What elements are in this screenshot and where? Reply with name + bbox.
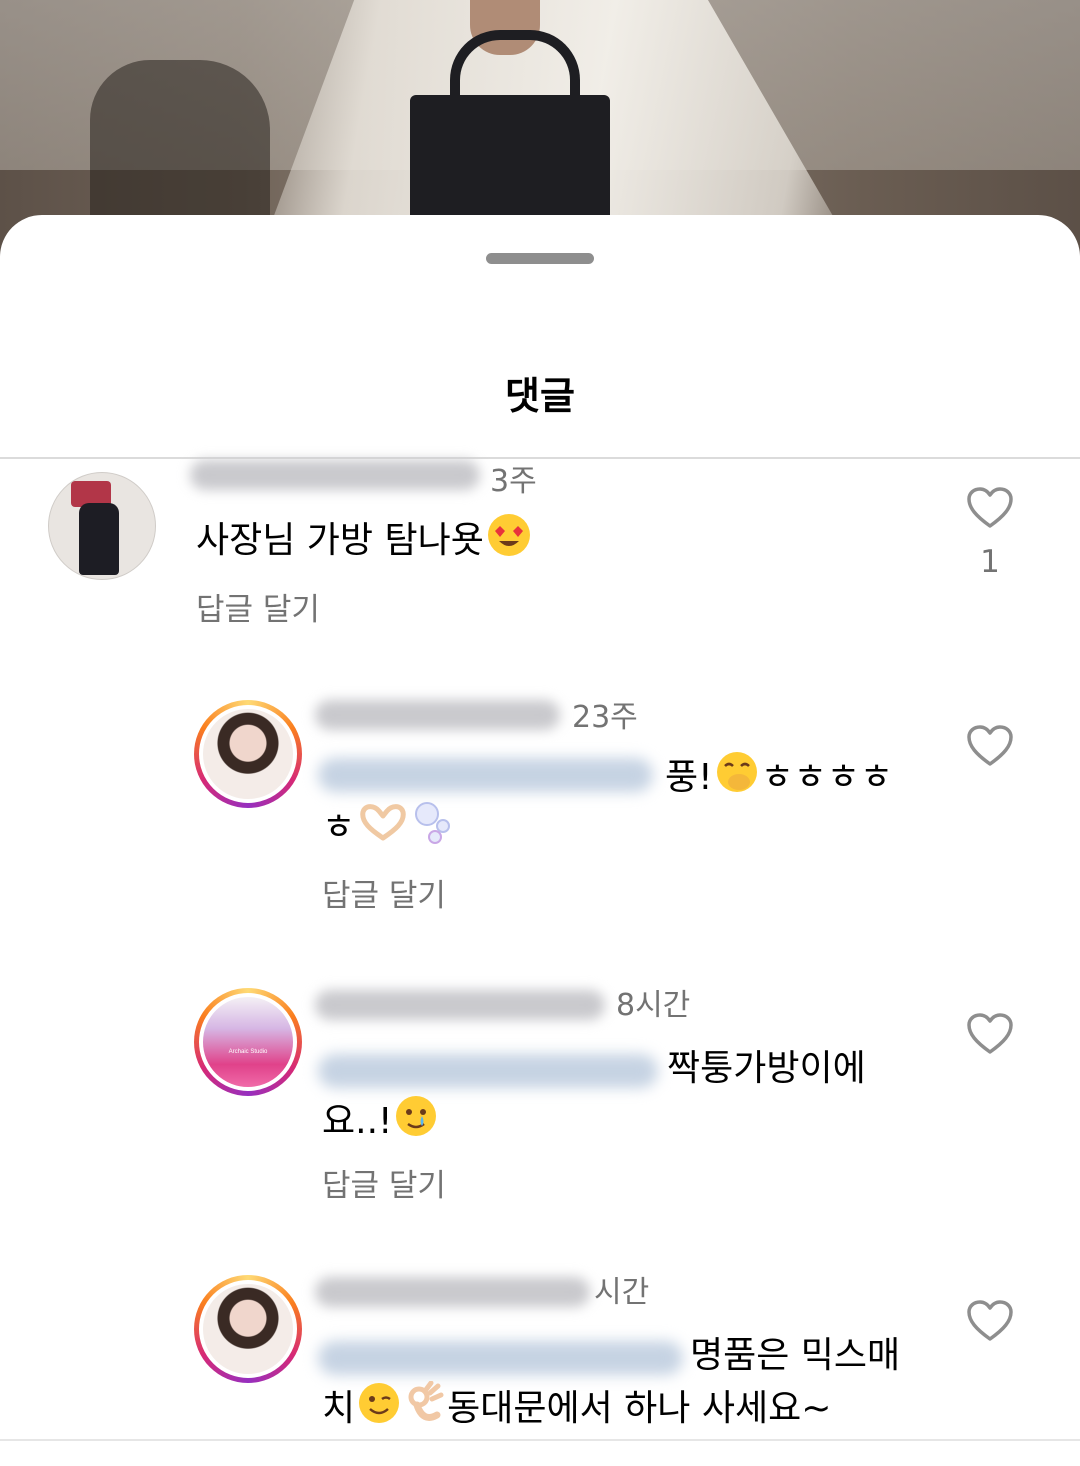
- face-with-hand-over-mouth-emoji-icon: [715, 750, 759, 808]
- comments-sheet: 댓글 3주 사장님 가방 탐나욧 답글 달기 1 23주 풍!ㅎㅎㅎㅎ ㅎ 답: [0, 215, 1080, 1466]
- avatar-story-ring[interactable]: [194, 700, 302, 808]
- comment-text-content: ㅎ: [322, 807, 356, 848]
- comment-text-trailing: ㅎㅎㅎㅎ: [760, 757, 894, 798]
- heart-hands-emoji-icon: [357, 802, 409, 856]
- drag-handle[interactable]: [486, 253, 594, 264]
- comment-text-content: 짝퉁가방이에: [667, 1048, 866, 1089]
- avatar: Archaic Studio: [199, 993, 297, 1091]
- comment-text-content: 사장님 가방 탐나욧: [196, 520, 484, 561]
- comment-time: 3주: [490, 464, 537, 499]
- face-holding-back-tears-emoji-icon: [394, 1094, 438, 1152]
- comment-text-line2: 치 동대문에서 하나 사세요~: [322, 1380, 832, 1439]
- heart-eyes-emoji-icon: [486, 512, 532, 572]
- comment-text-content: 풍!: [665, 757, 713, 798]
- comment-text: 짝퉁가방이에: [667, 1044, 866, 1094]
- sheet-title: 댓글: [505, 374, 575, 418]
- header-divider: [0, 457, 1080, 459]
- winking-face-emoji-icon: [357, 1381, 401, 1439]
- like-heart-icon[interactable]: [966, 486, 1014, 530]
- like-heart-icon[interactable]: [966, 1299, 1014, 1343]
- avatar-story-ring[interactable]: Archaic Studio: [194, 988, 302, 1096]
- comment-text: 풍! ㅎㅎㅎㅎ: [665, 750, 893, 808]
- comment-time: 시간: [594, 1275, 650, 1310]
- reply-button[interactable]: 답글 달기: [322, 1160, 446, 1205]
- comment-text-line2: 요..!: [322, 1094, 440, 1152]
- bubbles-emoji-icon: [413, 800, 453, 858]
- like-count: 1: [980, 544, 1000, 580]
- avatar-story-ring[interactable]: [194, 1275, 302, 1383]
- comment-text-prefix: 치: [322, 1388, 356, 1429]
- comment-time: 8시간: [616, 988, 691, 1023]
- avatar-figure: [79, 503, 119, 575]
- username-blurred[interactable]: [315, 700, 560, 730]
- bottom-divider: [0, 1439, 1080, 1441]
- comment-text-content: 요..!: [322, 1101, 393, 1142]
- mention-blurred[interactable]: [318, 1341, 683, 1375]
- mention-blurred[interactable]: [318, 758, 653, 792]
- avatar[interactable]: [48, 472, 156, 580]
- ok-hand-emoji-icon: [405, 1380, 445, 1439]
- username-blurred[interactable]: [190, 460, 480, 490]
- comment-time: 23주: [572, 700, 638, 735]
- avatar-label: Archaic Studio: [228, 1049, 268, 1055]
- comment-text-content: 명품은 믹스매: [690, 1335, 901, 1376]
- comment-text: 사장님 가방 탐나욧: [196, 512, 534, 572]
- reply-button[interactable]: 답글 달기: [196, 584, 320, 629]
- like-heart-icon[interactable]: [966, 1012, 1014, 1056]
- mention-blurred[interactable]: [318, 1054, 658, 1088]
- avatar: [199, 1280, 297, 1378]
- like-heart-icon[interactable]: [966, 724, 1014, 768]
- username-blurred[interactable]: [315, 1277, 590, 1307]
- comment-text: 명품은 믹스매: [690, 1331, 900, 1381]
- username-blurred[interactable]: [315, 990, 605, 1020]
- comment-text-content: 동대문에서 하나 사세요~: [447, 1388, 832, 1429]
- reply-button[interactable]: 답글 달기: [322, 870, 446, 915]
- comment-text-line2: ㅎ: [322, 800, 455, 858]
- avatar: [199, 705, 297, 803]
